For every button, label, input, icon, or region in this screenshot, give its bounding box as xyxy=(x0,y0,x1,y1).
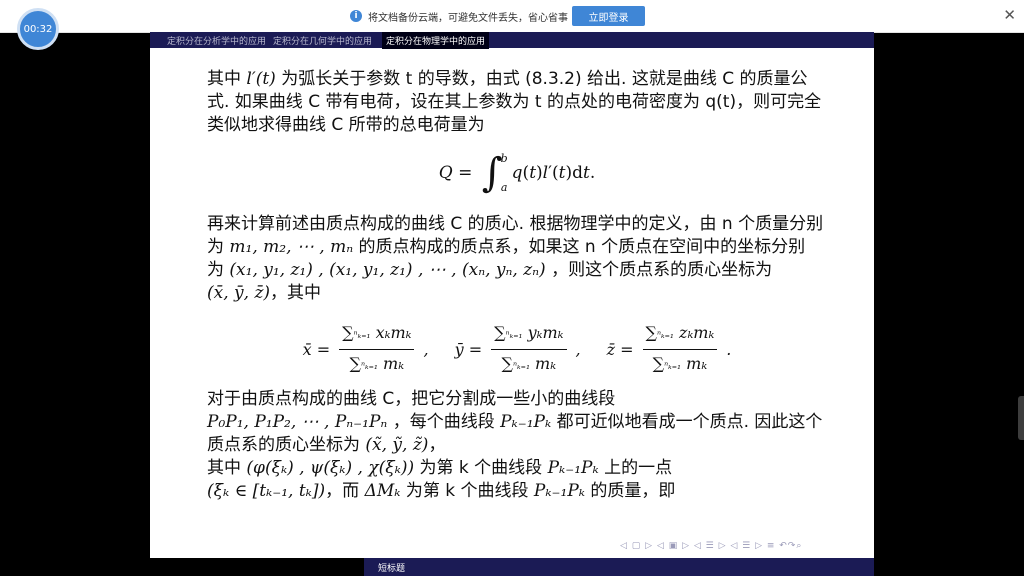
centroid-formulas: x̄ = ∑ⁿₖ₌₁ xₖmₖ ∑ⁿₖ₌₁ mₖ, ȳ = ∑ⁿₖ₌₁ yₖmₖ ∑… xyxy=(302,323,732,373)
math-inline: (x₁, y₁, z₁) , (x₁, y₁, z₁) , ⋯ , (xₙ, y… xyxy=(229,260,546,280)
math-inline: Pₖ₋₁Pₖ xyxy=(533,481,585,501)
footer-bar: 短标题 xyxy=(364,558,874,576)
info-icon: i xyxy=(350,10,362,22)
text: ，每个曲线段 xyxy=(392,412,495,432)
math-inline: P₀P₁, P₁P₂, ⋯ , Pₙ₋₁Pₙ xyxy=(207,412,388,432)
math-inline: Pₖ₋₁Pₖ xyxy=(547,458,599,478)
nav-item-analysis[interactable]: 定积分在分析学中的应用 xyxy=(150,34,273,47)
slide: 定积分在分析学中的应用 定积分在几何学中的应用 定积分在物理学中的应用 其中 l… xyxy=(150,31,874,558)
text: 为 xyxy=(207,260,224,280)
paragraph-curve-segments: 对于由质点构成的曲线 C，把它分割成一些小的曲线段 P₀P₁, P₁P₂, ⋯ … xyxy=(207,388,827,503)
math-inline: (x̃, ỹ, z̃) xyxy=(365,435,429,455)
text: 为第 k 个曲线段 xyxy=(405,481,529,501)
math-inline: (φ(ξₖ) , ψ(ξₖ) , χ(ξₖ)) xyxy=(246,458,415,478)
text: 的质量，即 xyxy=(590,481,676,501)
math-inline: Pₖ₋₁Pₖ xyxy=(500,412,552,432)
login-button-label: 立即登录 xyxy=(588,12,629,24)
side-scroll-handle[interactable] xyxy=(1018,396,1024,440)
text: 上的一点 xyxy=(604,458,673,478)
math-inline: ΔMₖ xyxy=(364,481,401,501)
footer-short-title: 短标题 xyxy=(378,563,406,574)
text: 对于由质点构成的曲线 C，把它分割成一些小的曲线段 xyxy=(207,389,616,409)
text: 为第 k 个曲线段 xyxy=(419,458,543,478)
text: ，则这个质点系的质心坐标为 xyxy=(551,260,773,280)
slide-content: 其中 l′(t) 为弧长关于参数 t 的导数，由式 (8.3.2) 给出. 这就… xyxy=(207,68,827,503)
charge-integral: Q = ∫ b a q(t) l ′(t)d t. xyxy=(438,150,596,196)
login-button[interactable]: 立即登录 xyxy=(572,6,645,26)
text: 其中 xyxy=(207,458,241,478)
text: 其中 xyxy=(207,69,241,89)
notice-text: 将文档备份云端，可避免文件丢失，省心省事 xyxy=(368,12,568,24)
math-inline: l′(t) xyxy=(246,69,276,89)
text: ，其中 xyxy=(270,283,322,303)
beamer-navigation-icons[interactable]: ◁ ▢ ▷ ◁ ▣ ▷ ◁ ☰ ▷ ◁ ☰ ▷ ≡ ↶↷⌕ xyxy=(620,541,802,551)
paragraph-centroid: 再来计算前述由质点构成的曲线 C 的质心. 根据物理学中的定义，由 n 个质量分… xyxy=(207,213,827,305)
text: 为弧长关于参数 t 的导数，由式 (8.3.2) 给出. 这就是曲线 C 的质量… xyxy=(207,69,822,135)
text: 的质点构成的质点系，如果这 n 个质点在空间中的坐标分别 xyxy=(358,237,806,257)
nav-item-geometry[interactable]: 定积分在几何学中的应用 xyxy=(273,34,379,47)
backup-notice: i 将文档备份云端，可避免文件丢失，省心省事 xyxy=(350,8,568,24)
text: ，而 xyxy=(325,481,360,501)
timer-badge: 00:32 xyxy=(17,8,59,50)
math-inline: m₁, m₂, ⋯ , mₙ xyxy=(229,237,354,257)
top-notice-bar: i 将文档备份云端，可避免文件丢失，省心省事 立即登录 ✕ xyxy=(0,0,1024,33)
text: ， xyxy=(428,435,446,455)
math-inline: (ξₖ ∈ [tₖ₋₁, tₖ]) xyxy=(207,481,326,501)
paragraph-mass-formula: 其中 l′(t) 为弧长关于参数 t 的导数，由式 (8.3.2) 给出. 这就… xyxy=(207,68,827,137)
nav-item-physics[interactable]: 定积分在物理学中的应用 xyxy=(382,31,490,49)
section-navbar: 定积分在分析学中的应用 定积分在几何学中的应用 定积分在物理学中的应用 xyxy=(150,31,874,49)
close-icon[interactable]: ✕ xyxy=(1003,6,1016,24)
math-inline: (x̄, ȳ, z̄) xyxy=(207,283,271,303)
